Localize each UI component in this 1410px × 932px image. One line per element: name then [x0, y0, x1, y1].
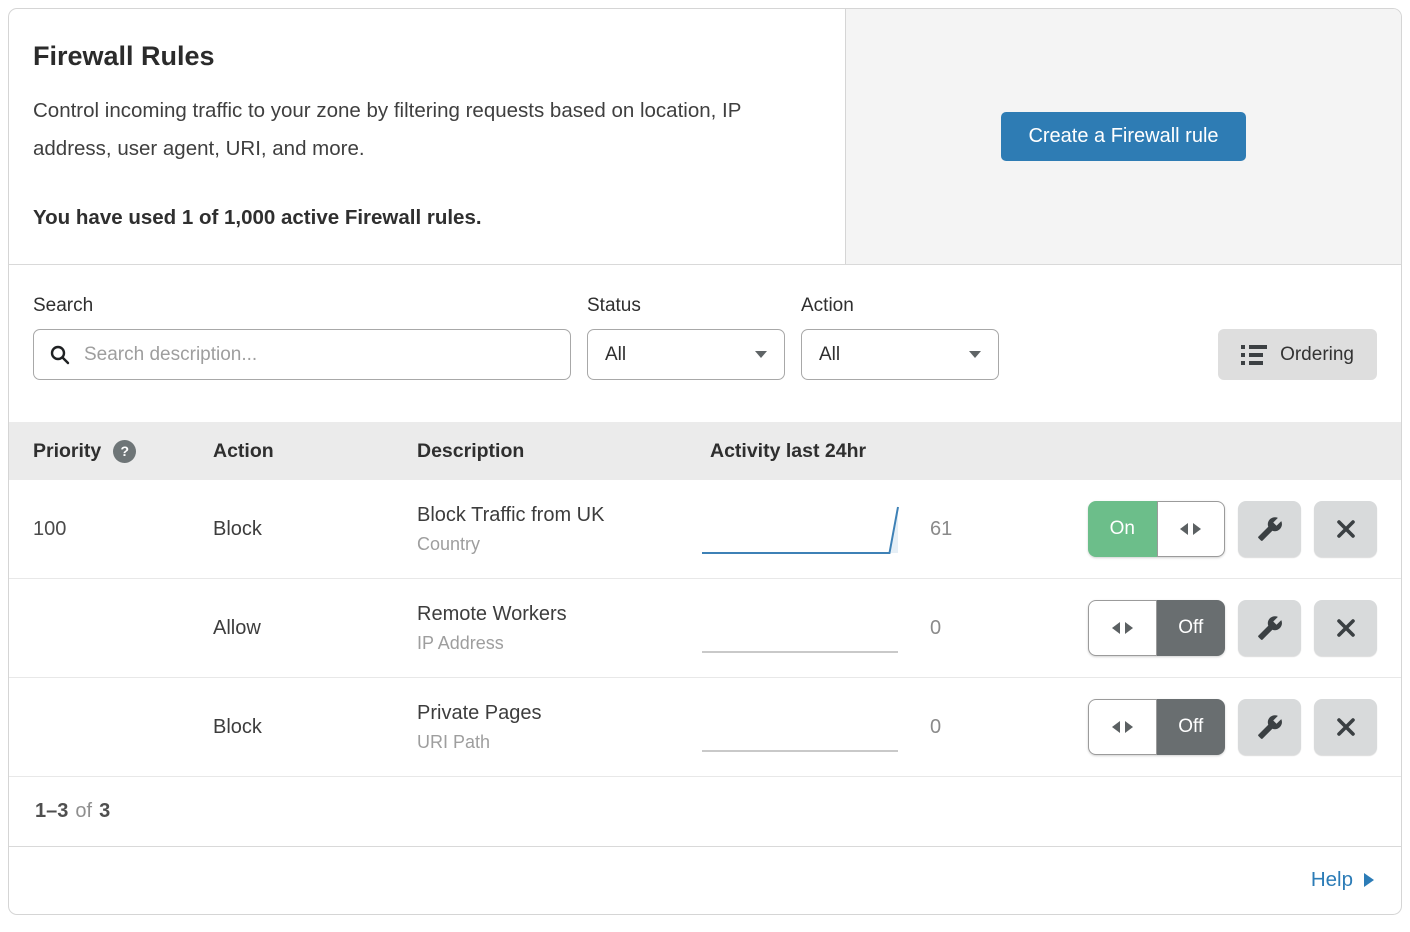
search-label: Search: [33, 295, 571, 317]
pagination-of: of: [75, 800, 92, 823]
column-header-action: Action: [213, 440, 417, 463]
edit-rule-button[interactable]: [1238, 600, 1301, 656]
delete-rule-button[interactable]: [1314, 699, 1377, 755]
description-cell: Private Pages URI Path: [417, 702, 700, 753]
create-rule-panel: Create a Firewall rule: [845, 9, 1401, 264]
pagination: 1–3 of 3: [9, 777, 1401, 847]
description-cell: Remote Workers IP Address: [417, 603, 700, 654]
row-controls: Off: [1000, 600, 1377, 656]
edit-rule-button[interactable]: [1238, 501, 1301, 557]
toggle-drag-handle-icon: [1157, 501, 1226, 557]
rule-enabled-toggle[interactable]: On: [1088, 501, 1225, 557]
activity-count: 0: [900, 617, 1000, 640]
activity-count: 61: [900, 518, 1000, 541]
wrench-icon: [1257, 615, 1283, 641]
table-header: Priority ? Action Description Activity l…: [9, 422, 1401, 480]
toggle-off-label: Off: [1157, 699, 1226, 755]
table-row: Allow Remote Workers IP Address 0 Off: [9, 579, 1401, 678]
activity-sparkline: [700, 600, 900, 656]
action-select-value: All: [819, 344, 840, 366]
help-bar: Help: [9, 847, 1401, 913]
column-header-description: Description: [417, 440, 700, 463]
description-cell: Block Traffic from UK Country: [417, 504, 700, 555]
ordering-button[interactable]: Ordering: [1218, 329, 1377, 380]
wrench-icon: [1257, 516, 1283, 542]
filter-bar: Search Status All Action All: [9, 295, 1401, 380]
activity-count: 0: [900, 716, 1000, 739]
action-select[interactable]: All: [801, 329, 999, 380]
row-controls: Off: [1000, 699, 1377, 755]
row-controls: On: [1000, 501, 1377, 557]
search-box: [33, 329, 571, 380]
create-firewall-rule-button[interactable]: Create a Firewall rule: [1001, 112, 1245, 161]
firewall-rules-card: Firewall Rules Control incoming traffic …: [8, 8, 1402, 915]
rule-description: Private Pages: [417, 702, 700, 725]
table-row: Block Private Pages URI Path 0 Off: [9, 678, 1401, 777]
activity-sparkline: [700, 699, 900, 755]
help-link-label: Help: [1311, 868, 1353, 892]
search-input[interactable]: [82, 343, 555, 367]
rule-match-type: URI Path: [417, 732, 700, 753]
status-select[interactable]: All: [587, 329, 785, 380]
pagination-total: 3: [99, 800, 110, 823]
page-header-text: Firewall Rules Control incoming traffic …: [9, 9, 845, 264]
action-value: Block: [213, 716, 417, 739]
delete-rule-button[interactable]: [1314, 501, 1377, 557]
search-filter-group: Search: [33, 295, 571, 380]
usage-note: You have used 1 of 1,000 active Firewall…: [33, 206, 797, 230]
rule-description: Remote Workers: [417, 603, 700, 626]
close-icon: [1334, 517, 1358, 541]
status-filter-group: Status All: [587, 295, 785, 380]
toggle-drag-handle-icon: [1088, 600, 1157, 656]
ordered-list-icon: [1241, 345, 1267, 365]
wrench-icon: [1257, 714, 1283, 740]
action-value: Allow: [213, 617, 417, 640]
close-icon: [1334, 715, 1358, 739]
chevron-down-icon: [755, 351, 767, 358]
pagination-range: 1–3: [35, 800, 68, 823]
search-icon: [49, 344, 71, 366]
close-icon: [1334, 616, 1358, 640]
toggle-off-label: Off: [1157, 600, 1226, 656]
help-question-icon[interactable]: ?: [113, 440, 136, 463]
action-filter-group: Action All: [801, 295, 999, 380]
arrow-right-icon: [1364, 873, 1374, 887]
column-header-activity: Activity last 24hr: [700, 440, 1377, 463]
rule-enabled-toggle[interactable]: Off: [1088, 699, 1225, 755]
chevron-down-icon: [969, 351, 981, 358]
page-header: Firewall Rules Control incoming traffic …: [9, 9, 1401, 265]
status-label: Status: [587, 295, 785, 317]
rule-enabled-toggle[interactable]: Off: [1088, 600, 1225, 656]
rule-match-type: IP Address: [417, 633, 700, 654]
rule-description: Block Traffic from UK: [417, 504, 700, 527]
page-description: Control incoming traffic to your zone by…: [33, 92, 797, 168]
ordering-button-label: Ordering: [1280, 344, 1354, 366]
rule-match-type: Country: [417, 534, 700, 555]
delete-rule-button[interactable]: [1314, 600, 1377, 656]
toggle-drag-handle-icon: [1088, 699, 1157, 755]
table-row: 100 Block Block Traffic from UK Country …: [9, 480, 1401, 579]
status-select-value: All: [605, 344, 626, 366]
action-label: Action: [801, 295, 999, 317]
page-title: Firewall Rules: [33, 41, 797, 72]
action-value: Block: [213, 518, 417, 541]
column-header-priority: Priority ?: [33, 440, 213, 463]
activity-sparkline: [700, 501, 900, 557]
toggle-on-label: On: [1088, 501, 1157, 557]
edit-rule-button[interactable]: [1238, 699, 1301, 755]
help-link[interactable]: Help: [1311, 868, 1374, 892]
priority-value: 100: [33, 518, 213, 541]
